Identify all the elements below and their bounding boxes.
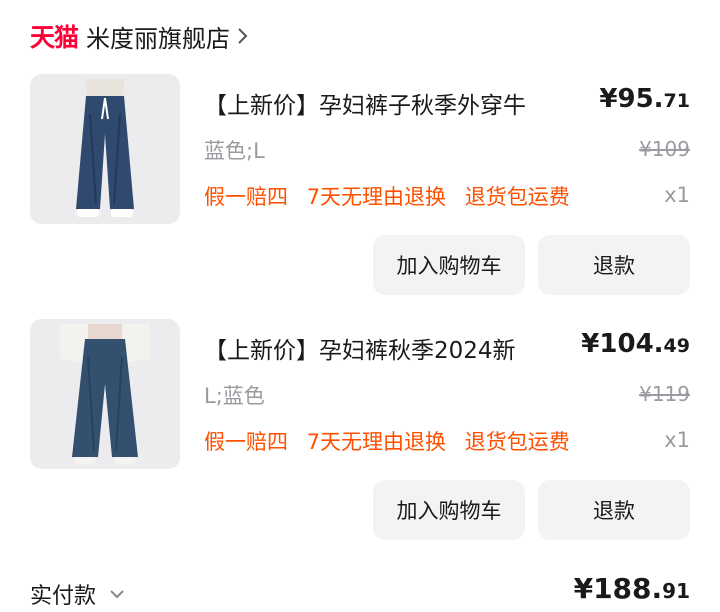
order-item: 【上新价】孕妇裤子秋季外穿牛 ¥95.71 蓝色;L ¥109 假一赔四 7天无… (0, 68, 720, 308)
product-title[interactable]: 【上新价】孕妇裤秋季2024新 (204, 331, 584, 365)
order-total-bar: 实付款 ¥188.91 (0, 570, 720, 612)
price-integer: 104. (599, 329, 664, 359)
refund-button[interactable]: 退款 (538, 480, 690, 540)
service-tags: 假一赔四 7天无理由退换 退货包运费 (204, 426, 582, 456)
tmall-logo: 天猫 (30, 23, 79, 52)
service-tag: 7天无理由退换 (306, 185, 447, 209)
product-title[interactable]: 【上新价】孕妇裤子秋季外穿牛 (204, 86, 584, 120)
sku-spec: L;蓝色 (204, 384, 265, 408)
service-tag: 退货包运费 (464, 185, 570, 209)
service-tag: 退货包运费 (464, 430, 570, 454)
service-tag: 假一赔四 (204, 185, 288, 209)
store-name[interactable]: 米度丽旗舰店 (86, 19, 230, 54)
price-cents: 71 (663, 90, 690, 112)
price-currency: ¥ (581, 329, 600, 359)
total-integer: 188. (593, 572, 663, 605)
service-tags: 假一赔四 7天无理由退换 退货包运费 (204, 181, 582, 211)
price-cents: 49 (663, 335, 690, 357)
price-integer: 95. (617, 84, 664, 114)
service-tag: 7天无理由退换 (306, 430, 447, 454)
service-tag: 假一赔四 (204, 430, 288, 454)
original-price: ¥119 (639, 382, 690, 406)
quantity: x1 (664, 428, 690, 452)
quantity: x1 (664, 183, 690, 207)
product-price: ¥104.49 (581, 329, 690, 359)
product-image[interactable] (30, 319, 180, 469)
chevron-down-icon (110, 590, 124, 599)
add-to-cart-button[interactable]: 加入购物车 (373, 235, 525, 295)
sku-spec: 蓝色;L (204, 139, 265, 163)
add-to-cart-button[interactable]: 加入购物车 (373, 480, 525, 540)
store-header[interactable]: 天猫 米度丽旗舰店 (30, 18, 254, 54)
paid-amount-toggle[interactable]: 实付款 (30, 578, 128, 610)
price-currency: ¥ (599, 84, 618, 114)
paid-label: 实付款 (30, 584, 97, 609)
refund-button[interactable]: 退款 (538, 235, 690, 295)
original-price: ¥109 (639, 137, 690, 161)
order-item: 【上新价】孕妇裤秋季2024新 ¥104.49 L;蓝色 ¥119 假一赔四 7… (0, 313, 720, 553)
total-cents: 91 (662, 579, 690, 603)
total-currency: ¥ (573, 572, 594, 605)
total-amount: ¥188.91 (574, 572, 690, 605)
product-price: ¥95.71 (599, 84, 690, 114)
chevron-right-icon[interactable] (232, 18, 254, 54)
product-image[interactable] (30, 74, 180, 224)
